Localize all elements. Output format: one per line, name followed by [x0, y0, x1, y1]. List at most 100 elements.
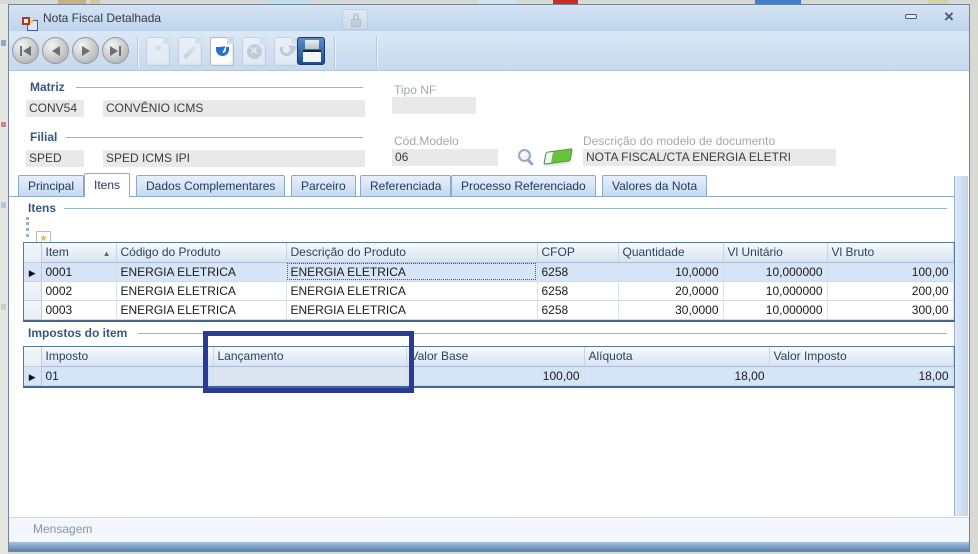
new-document-button[interactable]: * [146, 37, 170, 66]
last-record-button[interactable] [102, 37, 129, 64]
tab-itens[interactable]: Itens [84, 173, 130, 197]
table-row[interactable]: 0002 ENERGIA ELETRICA ENERGIA ELETRICA 6… [24, 281, 953, 300]
descricao-modelo-field[interactable]: NOTA FISCAL/CTA ENERGIA ELETRI [583, 149, 836, 166]
cell-vl-bruto[interactable]: 100,00 [827, 262, 953, 281]
cod-modelo-field[interactable]: 06 [392, 149, 498, 166]
tipo-nf-field[interactable] [392, 97, 476, 114]
table-row[interactable]: ▶ 01 100,00 18,00 18,00 [24, 366, 953, 385]
last-record-icon [110, 46, 118, 56]
next-record-button[interactable] [72, 37, 99, 64]
revert-button[interactable] [274, 37, 298, 66]
toolbar-grip[interactable] [26, 217, 29, 237]
impostos-group-line [138, 333, 947, 334]
title-bar[interactable]: Nota Fiscal Detalhada [9, 5, 969, 31]
col-header-valor-base[interactable]: Valor Base [406, 347, 584, 366]
impostos-group-label: Impostos do item [28, 326, 127, 340]
security-lock-button[interactable] [342, 9, 368, 30]
filial-description-field[interactable]: SPED ICMS IPI [103, 150, 365, 167]
col-header-descricao[interactable]: Descrição do Produto [286, 243, 537, 262]
cell-valor-imposto[interactable]: 18,00 [769, 366, 953, 385]
row-selector[interactable]: ▶ [24, 366, 41, 385]
save-button[interactable] [297, 37, 325, 65]
toolbar-separator [334, 36, 336, 67]
edit-document-button[interactable] [178, 37, 202, 66]
col-header-lancamento[interactable]: Lançamento [213, 347, 406, 366]
cell-descricao[interactable]: ENERGIA ELETRICA [286, 281, 537, 300]
cell-quantidade[interactable]: 20,0000 [618, 281, 723, 300]
cell-vl-unitario[interactable]: 10,000000 [723, 300, 827, 319]
cell-quantidade[interactable]: 30,0000 [618, 300, 723, 319]
toolbar-separator [137, 36, 139, 67]
status-message-label: Mensagem [33, 522, 92, 536]
cell-imposto[interactable]: 01 [41, 366, 213, 385]
cell-quantidade[interactable]: 10,0000 [618, 262, 723, 281]
tab-referenciada[interactable]: Referenciada [360, 175, 451, 196]
table-row[interactable]: 0003 ENERGIA ELETRICA ENERGIA ELETRICA 6… [24, 300, 953, 319]
matriz-group-label: Matriz [30, 80, 65, 94]
col-header-aliquota[interactable]: Alíquota [584, 347, 769, 366]
minimize-button[interactable] [900, 7, 922, 25]
row-selector[interactable] [24, 300, 41, 319]
cell-item[interactable]: 0002 [41, 281, 116, 300]
window-form-icon [22, 15, 38, 31]
matriz-description-field[interactable]: CONVÊNIO ICMS [103, 100, 365, 117]
revert-arrow-icon [280, 47, 293, 56]
cell-cfop[interactable]: 6258 [537, 281, 618, 300]
close-icon: × [944, 8, 954, 25]
new-document-icon: * [155, 43, 161, 61]
itens-header-row: Item▲ Código do Produto Descrição do Pro… [24, 243, 953, 262]
sort-asc-icon: ▲ [103, 249, 111, 258]
cancel-x-icon: ✕ [247, 44, 262, 59]
col-header-cfop[interactable]: CFOP [537, 243, 618, 262]
close-button[interactable]: × [938, 7, 960, 25]
cell-valor-base[interactable]: 100,00 [406, 366, 584, 385]
cell-item[interactable]: 0001 [41, 262, 116, 281]
table-row[interactable]: ▶ 0001 ENERGIA ELETRICA ENERGIA ELETRICA… [24, 262, 953, 281]
window-title: Nota Fiscal Detalhada [43, 11, 161, 25]
cell-cfop[interactable]: 6258 [537, 300, 618, 319]
cell-descricao[interactable]: ENERGIA ELETRICA [286, 262, 537, 281]
cell-cfop[interactable]: 6258 [537, 262, 618, 281]
col-header-item[interactable]: Item▲ [41, 243, 116, 262]
cell-descricao[interactable]: ENERGIA ELETRICA [286, 300, 537, 319]
cell-vl-bruto[interactable]: 300,00 [827, 300, 953, 319]
tab-valores-da-nota[interactable]: Valores da Nota [602, 175, 707, 196]
first-record-button[interactable] [12, 37, 39, 64]
undo-button[interactable] [210, 37, 234, 66]
matriz-code-field[interactable]: CONV54 [26, 100, 84, 117]
vertical-scrollbar[interactable] [954, 176, 968, 516]
tipo-nf-label: Tipo NF [394, 83, 436, 97]
row-selector[interactable]: ▶ [24, 262, 41, 281]
cancel-button[interactable]: ✕ [242, 37, 266, 66]
cell-codigo[interactable]: ENERGIA ELETRICA [116, 300, 286, 319]
col-header-quantidade[interactable]: Quantidade [618, 243, 723, 262]
cell-vl-unitario[interactable]: 10,000000 [723, 281, 827, 300]
cell-item[interactable]: 0003 [41, 300, 116, 319]
col-header-valor-imposto[interactable]: Valor Imposto [769, 347, 953, 366]
filial-code-field[interactable]: SPED [26, 150, 84, 167]
cell-vl-unitario[interactable]: 10,000000 [723, 262, 827, 281]
row-selector[interactable] [24, 281, 41, 300]
cell-codigo[interactable]: ENERGIA ELETRICA [116, 262, 286, 281]
impostos-grid: Imposto Lançamento Valor Base Alíquota V… [23, 346, 955, 388]
cell-aliquota[interactable]: 18,00 [584, 366, 769, 385]
cell-vl-bruto[interactable]: 200,00 [827, 281, 953, 300]
tab-parceiro[interactable]: Parceiro [291, 175, 356, 196]
tab-dados-complementares[interactable]: Dados Complementares [136, 175, 285, 196]
col-header-vl-bruto[interactable]: Vl Bruto [827, 243, 953, 262]
next-record-icon [82, 46, 90, 56]
previous-record-button[interactable] [42, 37, 69, 64]
col-header-vl-unitario[interactable]: Vl Unitário [723, 243, 827, 262]
tab-processo-referenciado[interactable]: Processo Referenciado [451, 175, 596, 196]
previous-record-icon [52, 46, 60, 56]
cell-lancamento[interactable] [213, 366, 406, 385]
tab-baseline [9, 196, 955, 197]
col-header-imposto[interactable]: Imposto [41, 347, 213, 366]
tab-principal[interactable]: Principal [18, 175, 84, 196]
itens-group-label: Itens [28, 201, 56, 215]
impostos-header-row: Imposto Lançamento Valor Base Alíquota V… [24, 347, 953, 366]
itens-grid: Item▲ Código do Produto Descrição do Pro… [23, 242, 955, 322]
col-header-codigo[interactable]: Código do Produto [116, 243, 286, 262]
search-magnifier-icon[interactable] [518, 149, 531, 162]
cell-codigo[interactable]: ENERGIA ELETRICA [116, 281, 286, 300]
